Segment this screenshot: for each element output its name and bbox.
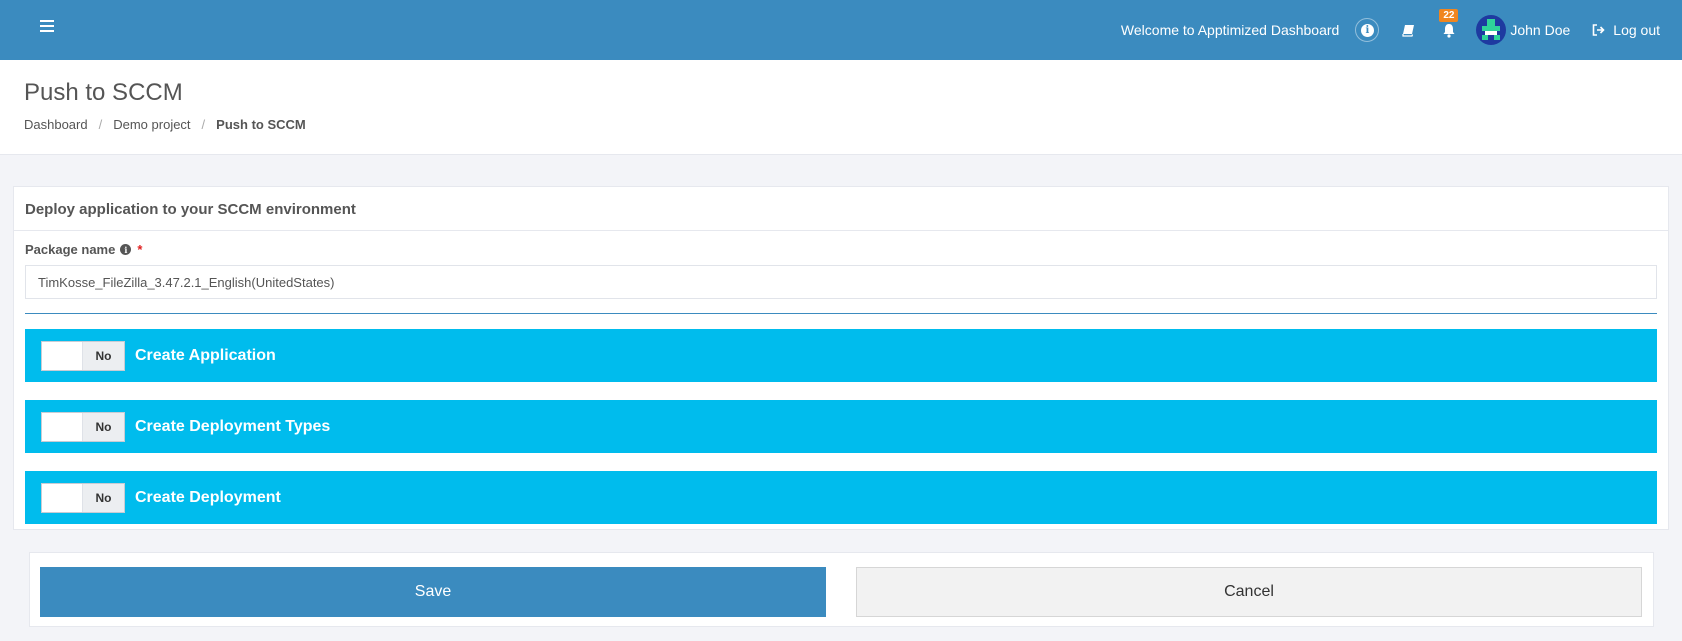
section-title: Create Application [135,346,276,364]
cancel-button[interactable]: Cancel [856,567,1642,617]
section-title: Create Deployment [135,488,281,506]
package-name-label-text: Package name [25,242,116,257]
top-navbar: Welcome to Apptimized Dashboard i 22 Joh… [0,0,1682,60]
toggle-knob [42,341,83,370]
save-button[interactable]: Save [40,567,826,617]
toggle-state: No [83,341,124,370]
bell-icon [1443,23,1455,38]
page-title: Push to SCCM [24,79,183,106]
create-deployment-toggle[interactable]: No [41,482,125,513]
page-header: Push to SCCM Dashboard / Demo project / … [0,60,1682,155]
create-application-section: No Create Application [25,329,1657,382]
user-name[interactable]: John Doe [1510,22,1570,38]
form-actions: Save Cancel [29,552,1654,627]
breadcrumb-separator: / [201,117,206,132]
book-icon[interactable] [1396,24,1420,37]
breadcrumb-separator: / [98,117,103,132]
navbar-right: Welcome to Apptimized Dashboard i 22 Joh… [1121,0,1660,60]
toggle-state: No [83,483,124,512]
breadcrumb-dashboard[interactable]: Dashboard [24,117,88,132]
breadcrumb-demo-project[interactable]: Demo project [113,117,190,132]
logout-icon [1592,24,1605,36]
logout-link[interactable]: Log out [1592,22,1660,38]
create-application-toggle[interactable]: No [41,340,125,371]
toggle-knob [42,412,83,441]
info-icon: i [1360,23,1374,37]
avatar[interactable] [1476,15,1507,45]
required-marker: * [137,242,143,257]
deploy-panel: Deploy application to your SCCM environm… [13,186,1669,530]
info-button[interactable]: i [1355,18,1380,42]
menu-icon[interactable] [40,20,54,32]
create-deployment-section: No Create Deployment [25,471,1657,524]
create-deployment-types-section: No Create Deployment Types [25,400,1657,453]
toggle-knob [42,483,83,512]
section-title: Create Deployment Types [135,417,331,435]
toggle-state: No [83,412,124,441]
panel-title: Deploy application to your SCCM environm… [14,187,1668,231]
notification-count-badge: 22 [1439,9,1459,22]
breadcrumb-current: Push to SCCM [216,117,306,132]
package-name-input[interactable] [25,265,1657,299]
welcome-text: Welcome to Apptimized Dashboard [1120,22,1340,38]
notifications-button[interactable]: 22 [1437,9,1461,42]
logout-label: Log out [1613,22,1660,38]
info-icon[interactable]: i [120,244,132,255]
package-name-label: Package name i * [25,242,142,257]
create-deployment-types-toggle[interactable]: No [41,411,125,442]
divider [25,313,1657,314]
breadcrumb: Dashboard / Demo project / Push to SCCM [24,117,306,132]
